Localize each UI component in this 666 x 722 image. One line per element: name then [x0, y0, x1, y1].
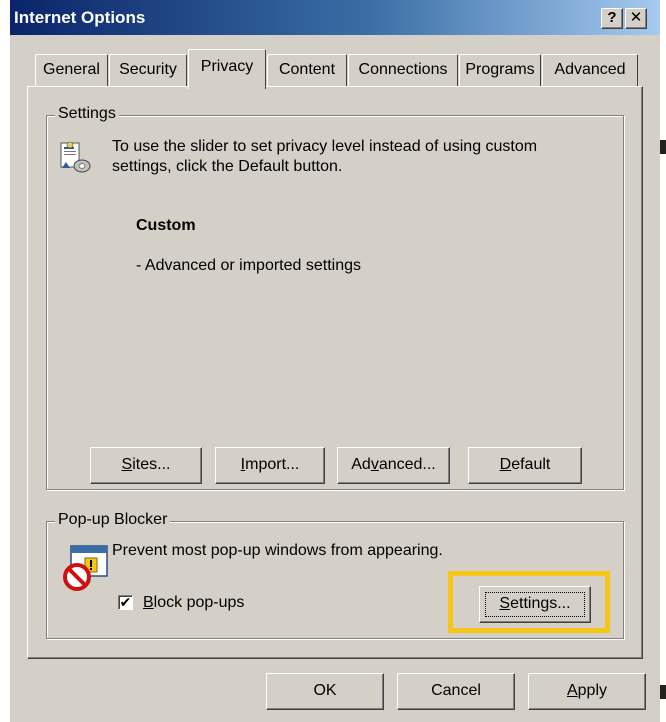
tab-label: Privacy	[200, 58, 254, 75]
default-button[interactable]: Default	[468, 447, 582, 484]
block-popups-label[interactable]: Block pop-ups	[143, 594, 244, 612]
help-button[interactable]: ?	[601, 8, 623, 29]
label-part: Cancel	[431, 682, 481, 699]
block-popups-checkbox[interactable]: ✔	[118, 595, 133, 610]
close-button[interactable]: ✕	[625, 8, 647, 29]
sites-button[interactable]: Sites...	[90, 447, 202, 484]
privacy-level-description: - Advanced or imported settings	[136, 257, 362, 274]
tab-label: Security	[119, 61, 177, 78]
help-icon: ?	[607, 9, 617, 26]
accelerator-key: S	[121, 456, 133, 473]
tab-label: Programs	[465, 61, 535, 78]
tab-privacy[interactable]: Privacy	[188, 49, 266, 89]
import-button[interactable]: Import...	[215, 447, 325, 484]
title-bar[interactable]: Internet Options ? ✕	[10, 0, 660, 35]
popup-blocker-icon	[61, 544, 111, 592]
tab-label: Advanced	[554, 61, 626, 78]
popup-blocker-label: Pop-up Blocker	[55, 511, 171, 529]
settings-group-label: Settings	[55, 105, 119, 123]
close-icon: ✕	[629, 9, 643, 26]
label-part: Ad	[351, 456, 371, 473]
background-edge-mark	[660, 685, 666, 699]
accelerator-key: A	[566, 682, 578, 699]
apply-button[interactable]: Apply	[528, 673, 646, 710]
settings-description: To use the slider to set privacy level i…	[112, 138, 538, 175]
tab-label: Connections	[358, 61, 448, 78]
privacy-settings-icon	[58, 140, 92, 174]
annotation-highlight-box	[448, 571, 610, 633]
label-part: mport...	[245, 456, 300, 473]
label-part: efault	[511, 456, 551, 473]
tab-advanced[interactable]: Advanced	[542, 54, 638, 87]
label-part: OK	[313, 682, 337, 699]
checkmark-icon: ✔	[119, 594, 132, 610]
ok-button[interactable]: OK	[266, 673, 384, 710]
settings-group: Settings To use the slider to set privac…	[46, 105, 624, 490]
advanced-button[interactable]: Advanced...	[337, 447, 450, 484]
accelerator-key: D	[499, 456, 512, 473]
background-edge-mark	[660, 140, 666, 154]
privacy-level-title: Custom	[136, 217, 196, 234]
label-part: ites...	[132, 456, 171, 473]
label-part: anced...	[378, 456, 436, 473]
window-title: Internet Options	[14, 8, 146, 27]
tab-label: Content	[278, 61, 336, 78]
tab-programs[interactable]: Programs	[459, 54, 541, 87]
background-edge	[660, 0, 666, 722]
label-part: lock pop-ups	[153, 594, 245, 611]
popup-blocker-description: Prevent most pop-up windows from appeari…	[112, 542, 443, 559]
accelerator-key: B	[143, 594, 154, 611]
label-part: pply	[577, 682, 608, 699]
tab-label: General	[43, 61, 100, 78]
tab-connections[interactable]: Connections	[348, 54, 458, 87]
tab-security[interactable]: Security	[109, 54, 187, 87]
cancel-button[interactable]: Cancel	[397, 673, 515, 710]
tab-general[interactable]: General	[35, 54, 108, 87]
tab-content[interactable]: Content	[267, 54, 347, 87]
accelerator-key: v	[370, 456, 379, 473]
